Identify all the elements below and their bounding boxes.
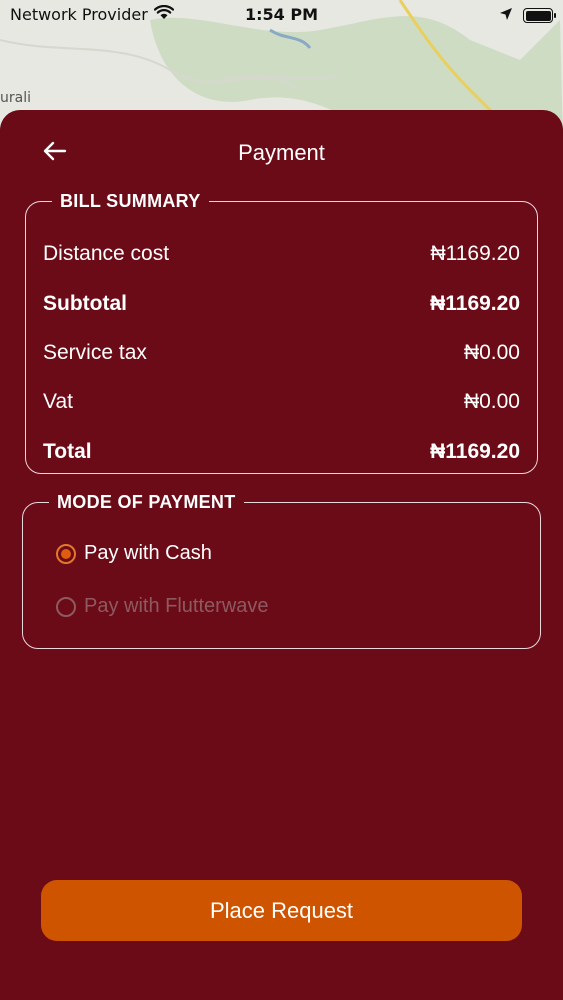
payment-sheet: Payment BILL SUMMARY Distance cost ₦1169… (0, 110, 563, 1000)
bill-row-label: Vat (43, 390, 73, 413)
status-time: 1:54 PM (244, 5, 318, 24)
bill-row-label: Distance cost (43, 242, 170, 265)
radio-selected-icon[interactable] (56, 543, 76, 564)
bill-summary: BILL SUMMARY Distance cost ₦1169.20 Subt… (25, 191, 538, 474)
bill-row-subtotal: Subtotal ₦1169.20 (43, 292, 520, 316)
status-bar: Network Provider 1:54 PM (0, 0, 563, 30)
bill-summary-legend: BILL SUMMARY (60, 191, 201, 211)
payment-mode-legend: MODE OF PAYMENT (57, 492, 236, 512)
bill-row-distance-cost: Distance cost ₦1169.20 (43, 242, 520, 266)
battery-icon (523, 8, 556, 23)
location-arrow-icon (499, 6, 513, 25)
bill-row-vat: Vat ₦0.00 (43, 390, 520, 414)
payment-option-label: Pay with Flutterwave (84, 595, 269, 617)
map-place-label: urali (0, 90, 31, 106)
bill-row-value: ₦0.00 (463, 390, 520, 413)
place-request-button[interactable]: Place Request (41, 880, 522, 941)
bill-row-value: ₦1169.20 (430, 292, 520, 315)
header: Payment (0, 110, 563, 196)
payment-option-cash[interactable]: Pay with Cash (56, 542, 212, 565)
bill-row-value: ₦1169.20 (430, 440, 520, 463)
bill-row-total: Total ₦1169.20 (43, 440, 520, 464)
bill-row-label: Total (43, 440, 92, 463)
status-right (499, 6, 556, 25)
payment-option-flutterwave[interactable]: Pay with Flutterwave (56, 595, 269, 618)
bill-row-label: Service tax (43, 341, 147, 364)
bill-row-label: Subtotal (43, 292, 127, 315)
payment-option-label: Pay with Cash (84, 542, 212, 564)
bill-row-service-tax: Service tax ₦0.00 (43, 341, 520, 365)
bill-row-value: ₦0.00 (463, 341, 520, 364)
page-title: Payment (238, 140, 325, 165)
bill-row-value: ₦1169.20 (430, 242, 520, 265)
radio-unselected-icon[interactable] (56, 596, 76, 617)
payment-mode: MODE OF PAYMENT Pay with Cash Pay with F… (22, 492, 541, 649)
